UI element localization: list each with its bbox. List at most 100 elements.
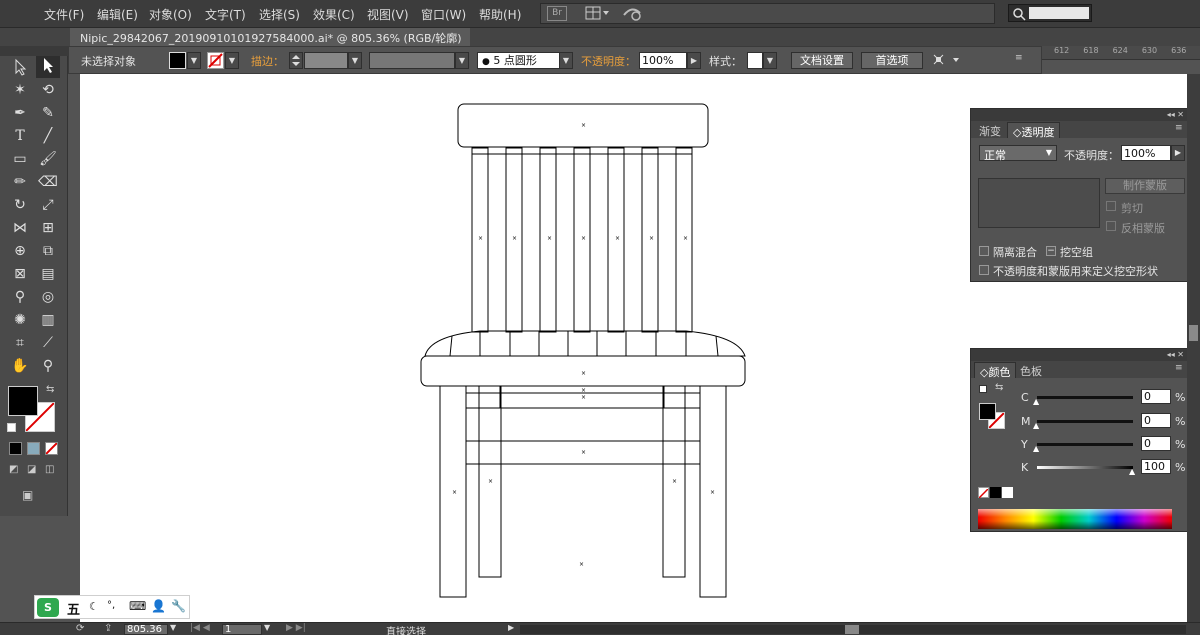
scrollbar-thumb[interactable]: [1189, 325, 1198, 341]
live-paint-tool[interactable]: ⧉: [36, 240, 60, 262]
user-icon[interactable]: 👤: [151, 599, 166, 613]
clip-checkbox[interactable]: [1106, 201, 1116, 211]
draw-inside-button[interactable]: ◫: [45, 464, 59, 477]
color-fill-box[interactable]: [979, 403, 996, 420]
cyan-input[interactable]: 0: [1141, 389, 1171, 404]
rectangle-tool[interactable]: ▭: [8, 148, 32, 170]
brush-definition[interactable]: ● 5 点圆形: [477, 52, 565, 69]
selection-tool[interactable]: [8, 58, 32, 80]
tab-swatches[interactable]: 色板: [1015, 362, 1047, 378]
column-graph-tool[interactable]: ▥: [36, 309, 60, 331]
moon-icon[interactable]: ☾: [89, 600, 99, 613]
document-setup-button[interactable]: 文档设置: [791, 52, 853, 69]
search-input[interactable]: [1029, 7, 1089, 19]
vertical-scrollbar[interactable]: [1187, 74, 1200, 622]
magenta-slider[interactable]: ▲: [1033, 420, 1133, 430]
fill-dropdown[interactable]: ▼: [187, 52, 201, 69]
pencil-tool[interactable]: ✏: [8, 171, 32, 193]
white-swatch[interactable]: [1002, 487, 1013, 498]
wrench-icon[interactable]: 🔧: [171, 599, 186, 613]
menu-window[interactable]: 窗口(W): [421, 6, 466, 23]
slider-thumb-icon[interactable]: ▲: [1033, 421, 1039, 430]
slice-tool[interactable]: ⟋: [36, 332, 60, 354]
artboard-dropdown-icon[interactable]: ▼: [264, 623, 270, 632]
variable-width-dropdown[interactable]: ▼: [455, 52, 469, 69]
arrange-documents-button[interactable]: [585, 6, 611, 21]
black-slider[interactable]: ▲: [1037, 466, 1135, 476]
stroke-dropdown[interactable]: ▼: [225, 52, 239, 69]
stroke-weight-dropdown[interactable]: ▼: [348, 52, 362, 69]
yellow-slider[interactable]: ▲: [1033, 443, 1133, 453]
current-tool-status[interactable]: 直接选择: [386, 623, 426, 635]
fill-color-box[interactable]: [8, 386, 38, 416]
hand-tool[interactable]: ✋: [8, 355, 32, 377]
horizontal-scroll-thumb[interactable]: [845, 625, 859, 634]
swap-colors-icon[interactable]: ⇆: [995, 382, 1003, 393]
artboard-number-input[interactable]: 1: [222, 624, 262, 635]
menu-object[interactable]: 对象(O): [149, 6, 192, 23]
rotate-tool[interactable]: ↻: [8, 194, 32, 216]
gpu-performance-button[interactable]: [622, 5, 644, 22]
black-swatch[interactable]: [990, 487, 1001, 498]
black-input[interactable]: 100: [1141, 459, 1171, 474]
blend-mode-select[interactable]: 正常 ▼: [979, 145, 1057, 162]
width-tool[interactable]: ⋈: [8, 217, 32, 239]
brush-dropdown[interactable]: ▼: [559, 52, 573, 69]
opacity-mask-knockout-checkbox[interactable]: [979, 265, 989, 275]
zoom-dropdown-icon[interactable]: ▼: [170, 623, 176, 632]
eyedropper-tool[interactable]: ⚲: [8, 286, 32, 308]
panel-menu-icon[interactable]: ≡: [1175, 363, 1183, 373]
stroke-label[interactable]: 描边：: [251, 53, 284, 70]
type-tool[interactable]: T: [8, 125, 32, 147]
transparency-opacity-input[interactable]: 100%: [1121, 145, 1171, 161]
stroke-weight-input[interactable]: [304, 52, 348, 69]
tab-transparency[interactable]: ◇透明度: [1007, 122, 1061, 139]
chair-seat-top[interactable]: [424, 330, 746, 357]
direct-selection-tool[interactable]: [36, 56, 60, 78]
bridge-button[interactable]: Br: [547, 6, 567, 21]
fill-swatch[interactable]: [169, 52, 186, 69]
zoom-tool[interactable]: ⚲: [36, 355, 60, 377]
document-tab[interactable]: Nipic_29842067_20190910101927584000.ai* …: [70, 28, 470, 46]
tab-color[interactable]: ◇颜色: [974, 362, 1017, 379]
ime-logo[interactable]: S: [37, 598, 59, 617]
blend-tool[interactable]: ◎: [36, 286, 60, 308]
none-swatch[interactable]: [978, 487, 989, 499]
curvature-tool[interactable]: ✎: [36, 102, 60, 124]
pen-tool[interactable]: ✒: [8, 102, 32, 124]
opacity-slider-button[interactable]: ▶: [1171, 145, 1185, 161]
control-bar-menu-icon[interactable]: ≡: [1015, 53, 1033, 68]
stroke-swatch[interactable]: [207, 52, 224, 69]
menu-effect[interactable]: 效果(C): [313, 6, 355, 23]
menu-edit[interactable]: 编辑(E): [97, 6, 138, 23]
opacity-input[interactable]: 100%: [639, 52, 687, 69]
graphic-style-swatch[interactable]: [747, 52, 763, 69]
swap-fill-stroke-icon[interactable]: ⇆: [46, 384, 54, 395]
magenta-input[interactable]: 0: [1141, 413, 1171, 428]
panel-collapse-icon[interactable]: ◂◂ ✕: [971, 109, 1188, 121]
isolate-blending-checkbox[interactable]: [979, 246, 989, 256]
slider-thumb-icon[interactable]: ▲: [1033, 397, 1039, 406]
color-spectrum[interactable]: [978, 509, 1172, 529]
color-mode-button[interactable]: [9, 442, 22, 455]
gradient-tool[interactable]: ▤: [36, 263, 60, 285]
menu-select[interactable]: 选择(S): [259, 6, 300, 23]
screen-mode-button[interactable]: ▣: [22, 488, 44, 502]
menu-type[interactable]: 文字(T): [205, 6, 246, 23]
last-artboard-icon[interactable]: ▶ ▶|: [286, 623, 306, 633]
menu-help[interactable]: 帮助(H): [479, 6, 521, 23]
knockout-group-checkbox[interactable]: −: [1046, 246, 1056, 256]
stroke-weight-stepper[interactable]: [289, 52, 303, 69]
make-mask-button[interactable]: 制作蒙版: [1105, 178, 1185, 194]
free-transform-tool[interactable]: ⊞: [36, 217, 60, 239]
graphic-style-dropdown[interactable]: ▼: [763, 52, 777, 69]
eraser-tool[interactable]: ⌫: [36, 171, 60, 193]
tab-gradient[interactable]: 渐变: [974, 122, 1006, 138]
scale-tool[interactable]: ⤢: [36, 194, 60, 216]
none-mode-button[interactable]: [45, 442, 58, 455]
variable-width-profile[interactable]: [369, 52, 455, 69]
slider-thumb-icon[interactable]: ▲: [1033, 444, 1039, 453]
rotate-view-icon[interactable]: ⟳: [76, 623, 84, 634]
yellow-input[interactable]: 0: [1141, 436, 1171, 451]
magic-wand-tool[interactable]: ✶: [8, 79, 32, 101]
